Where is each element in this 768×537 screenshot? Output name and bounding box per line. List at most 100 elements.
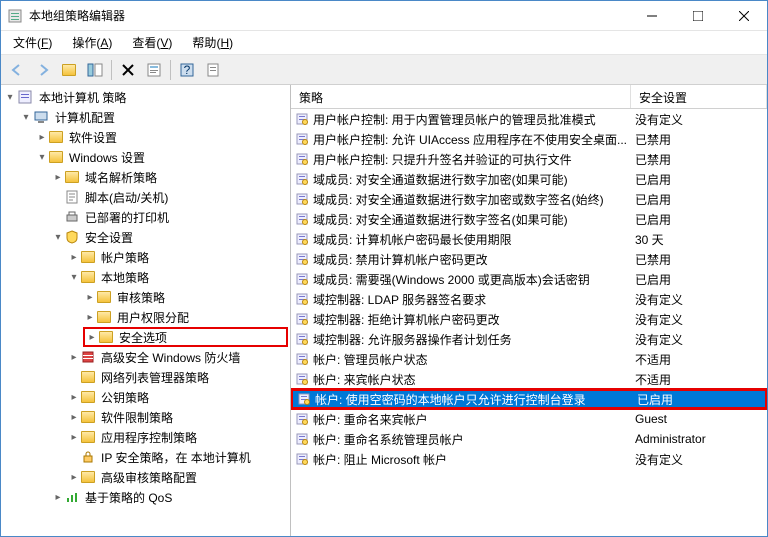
properties-button[interactable]	[142, 58, 166, 82]
maximize-button[interactable]	[675, 1, 721, 30]
tree-security-options[interactable]: ▸安全选项	[83, 327, 288, 347]
policy-icon	[295, 372, 309, 386]
shield-icon	[65, 230, 79, 244]
expander-icon[interactable]: ▸	[35, 132, 49, 143]
policy-row[interactable]: 帐户: 重命名系统管理员帐户Administrator	[291, 429, 767, 449]
column-policy[interactable]: 策略	[291, 85, 631, 108]
show-hide-tree-button[interactable]	[83, 58, 107, 82]
policy-row[interactable]: 域成员: 需要强(Windows 2000 或更高版本)会话密钥已启用	[291, 269, 767, 289]
tree-user-rights[interactable]: ▸用户权限分配	[83, 307, 288, 327]
policy-row[interactable]: 域控制器: 允许服务器操作者计划任务没有定义	[291, 329, 767, 349]
policy-name: 域控制器: 拒绝计算机帐户密码更改	[313, 311, 500, 328]
policy-row[interactable]: 帐户: 重命名来宾帐户Guest	[291, 409, 767, 429]
policy-icon	[295, 112, 309, 126]
tree-computer-config[interactable]: ▾ 计算机配置	[19, 107, 288, 127]
policy-icon	[17, 89, 33, 105]
expander-icon[interactable]: ▸	[67, 432, 81, 443]
policy-row[interactable]: 帐户: 来宾帐户状态不适用	[291, 369, 767, 389]
tree-audit-policy[interactable]: ▸审核策略	[83, 287, 288, 307]
policy-row[interactable]: 帐户: 管理员帐户状态不适用	[291, 349, 767, 369]
policy-setting: 30 天	[631, 231, 763, 248]
back-button[interactable]	[5, 58, 29, 82]
tree-security-settings[interactable]: ▾安全设置	[51, 227, 288, 247]
lock-icon	[81, 450, 95, 464]
tree-ipsec[interactable]: IP 安全策略，在 本地计算机	[67, 447, 288, 467]
expander-icon[interactable]: ▸	[85, 332, 99, 343]
policy-row[interactable]: 域控制器: 拒绝计算机帐户密码更改没有定义	[291, 309, 767, 329]
up-button[interactable]	[57, 58, 81, 82]
policy-row[interactable]: 域成员: 禁用计算机帐户密码更改已禁用	[291, 249, 767, 269]
policy-setting: 已启用	[631, 191, 763, 208]
policy-icon	[295, 132, 309, 146]
tree-firewall[interactable]: ▸高级安全 Windows 防火墙	[67, 347, 288, 367]
policy-icon	[295, 252, 309, 266]
expander-icon[interactable]: ▸	[67, 412, 81, 423]
policy-setting: 已禁用	[631, 151, 763, 168]
minimize-button[interactable]	[629, 1, 675, 30]
policy-name: 域成员: 需要强(Windows 2000 或更高版本)会话密钥	[313, 271, 590, 288]
policy-name: 域成员: 计算机帐户密码最长使用期限	[313, 231, 512, 248]
policy-setting: 已启用	[631, 211, 763, 228]
policy-name: 域成员: 对安全通道数据进行数字签名(如果可能)	[313, 211, 568, 228]
expander-icon[interactable]: ▸	[83, 312, 97, 323]
expander-icon[interactable]: ▸	[67, 392, 81, 403]
menu-file[interactable]: 文件(F)	[5, 32, 60, 53]
policy-row[interactable]: 域成员: 对安全通道数据进行数字签名(如果可能) 已启用	[291, 209, 767, 229]
policy-icon	[295, 152, 309, 166]
tree-dns-policy[interactable]: ▸域名解析策略	[51, 167, 288, 187]
policy-row[interactable]: 域成员: 计算机帐户密码最长使用期限 30 天	[291, 229, 767, 249]
tree-local-policies[interactable]: ▾本地策略	[67, 267, 288, 287]
expander-icon[interactable]: ▸	[67, 352, 81, 363]
tree-network-list[interactable]: 网络列表管理器策略	[67, 367, 288, 387]
policy-row[interactable]: 帐户: 阻止 Microsoft 帐户没有定义	[291, 449, 767, 469]
policy-row[interactable]: 用户帐户控制: 用于内置管理员帐户的管理员批准模式没有定义	[291, 109, 767, 129]
expander-icon[interactable]: ▾	[67, 272, 81, 283]
expander-icon[interactable]: ▸	[51, 172, 65, 183]
tree-root[interactable]: ▾ 本地计算机 策略	[3, 87, 288, 107]
tree-scripts[interactable]: 脚本(启动/关机)	[51, 187, 288, 207]
tree-windows-settings[interactable]: ▾Windows 设置	[35, 147, 288, 167]
menu-view[interactable]: 查看(V)	[124, 32, 180, 53]
policy-setting: Administrator	[631, 432, 763, 446]
delete-button[interactable]	[116, 58, 140, 82]
policy-setting: 没有定义	[631, 291, 763, 308]
policy-row[interactable]: 帐户: 使用空密码的本地帐户只允许进行控制台登录已启用	[291, 389, 767, 409]
tree-public-key[interactable]: ▸公钥策略	[67, 387, 288, 407]
menu-help[interactable]: 帮助(H)	[184, 32, 241, 53]
forward-button[interactable]	[31, 58, 55, 82]
tree-software-settings[interactable]: ▸软件设置	[35, 127, 288, 147]
folder-icon	[97, 291, 111, 303]
close-button[interactable]	[721, 1, 767, 30]
expander-icon[interactable]: ▾	[19, 112, 33, 123]
policy-row[interactable]: 用户帐户控制: 允许 UIAccess 应用程序在不使用安全桌面...已禁用	[291, 129, 767, 149]
expander-icon[interactable]: ▸	[67, 252, 81, 263]
policy-icon	[297, 392, 311, 406]
tree-pane[interactable]: ▾ 本地计算机 策略 ▾ 计算机配置 ▸软件设置 ▾Windows 设置 ▸域名…	[1, 85, 291, 536]
policy-row[interactable]: 域控制器: LDAP 服务器签名要求没有定义	[291, 289, 767, 309]
policy-row[interactable]: 用户帐户控制: 只提升升签名并验证的可执行文件 已禁用	[291, 149, 767, 169]
expander-icon[interactable]: ▾	[3, 92, 17, 103]
tree-printers[interactable]: 已部署的打印机	[51, 207, 288, 227]
expander-icon[interactable]: ▾	[35, 152, 49, 163]
expander-icon[interactable]: ▸	[51, 492, 65, 503]
policy-name: 用户帐户控制: 只提升升签名并验证的可执行文件	[313, 151, 572, 168]
menu-action[interactable]: 操作(A)	[64, 32, 120, 53]
refresh-button[interactable]	[201, 58, 225, 82]
expander-icon[interactable]: ▸	[67, 472, 81, 483]
folder-icon	[49, 151, 63, 163]
list-body[interactable]: 用户帐户控制: 用于内置管理员帐户的管理员批准模式没有定义用户帐户控制: 允许 …	[291, 109, 767, 536]
expander-icon[interactable]: ▾	[51, 232, 65, 243]
tree-app-control[interactable]: ▸应用程序控制策略	[67, 427, 288, 447]
policy-row[interactable]: 域成员: 对安全通道数据进行数字加密(如果可能)已启用	[291, 169, 767, 189]
content-area: ▾ 本地计算机 策略 ▾ 计算机配置 ▸软件设置 ▾Windows 设置 ▸域名…	[1, 85, 767, 536]
tree-qos[interactable]: ▸基于策略的 QoS	[51, 487, 288, 507]
expander-icon[interactable]: ▸	[83, 292, 97, 303]
tree-advanced-audit[interactable]: ▸高级审核策略配置	[67, 467, 288, 487]
policy-name: 帐户: 管理员帐户状态	[313, 351, 428, 368]
help-button[interactable]: ?	[175, 58, 199, 82]
tree-software-restriction[interactable]: ▸软件限制策略	[67, 407, 288, 427]
column-setting[interactable]: 安全设置	[631, 85, 767, 108]
policy-icon	[295, 412, 309, 426]
tree-account-policies[interactable]: ▸帐户策略	[67, 247, 288, 267]
policy-row[interactable]: 域成员: 对安全通道数据进行数字加密或数字签名(始终)已启用	[291, 189, 767, 209]
